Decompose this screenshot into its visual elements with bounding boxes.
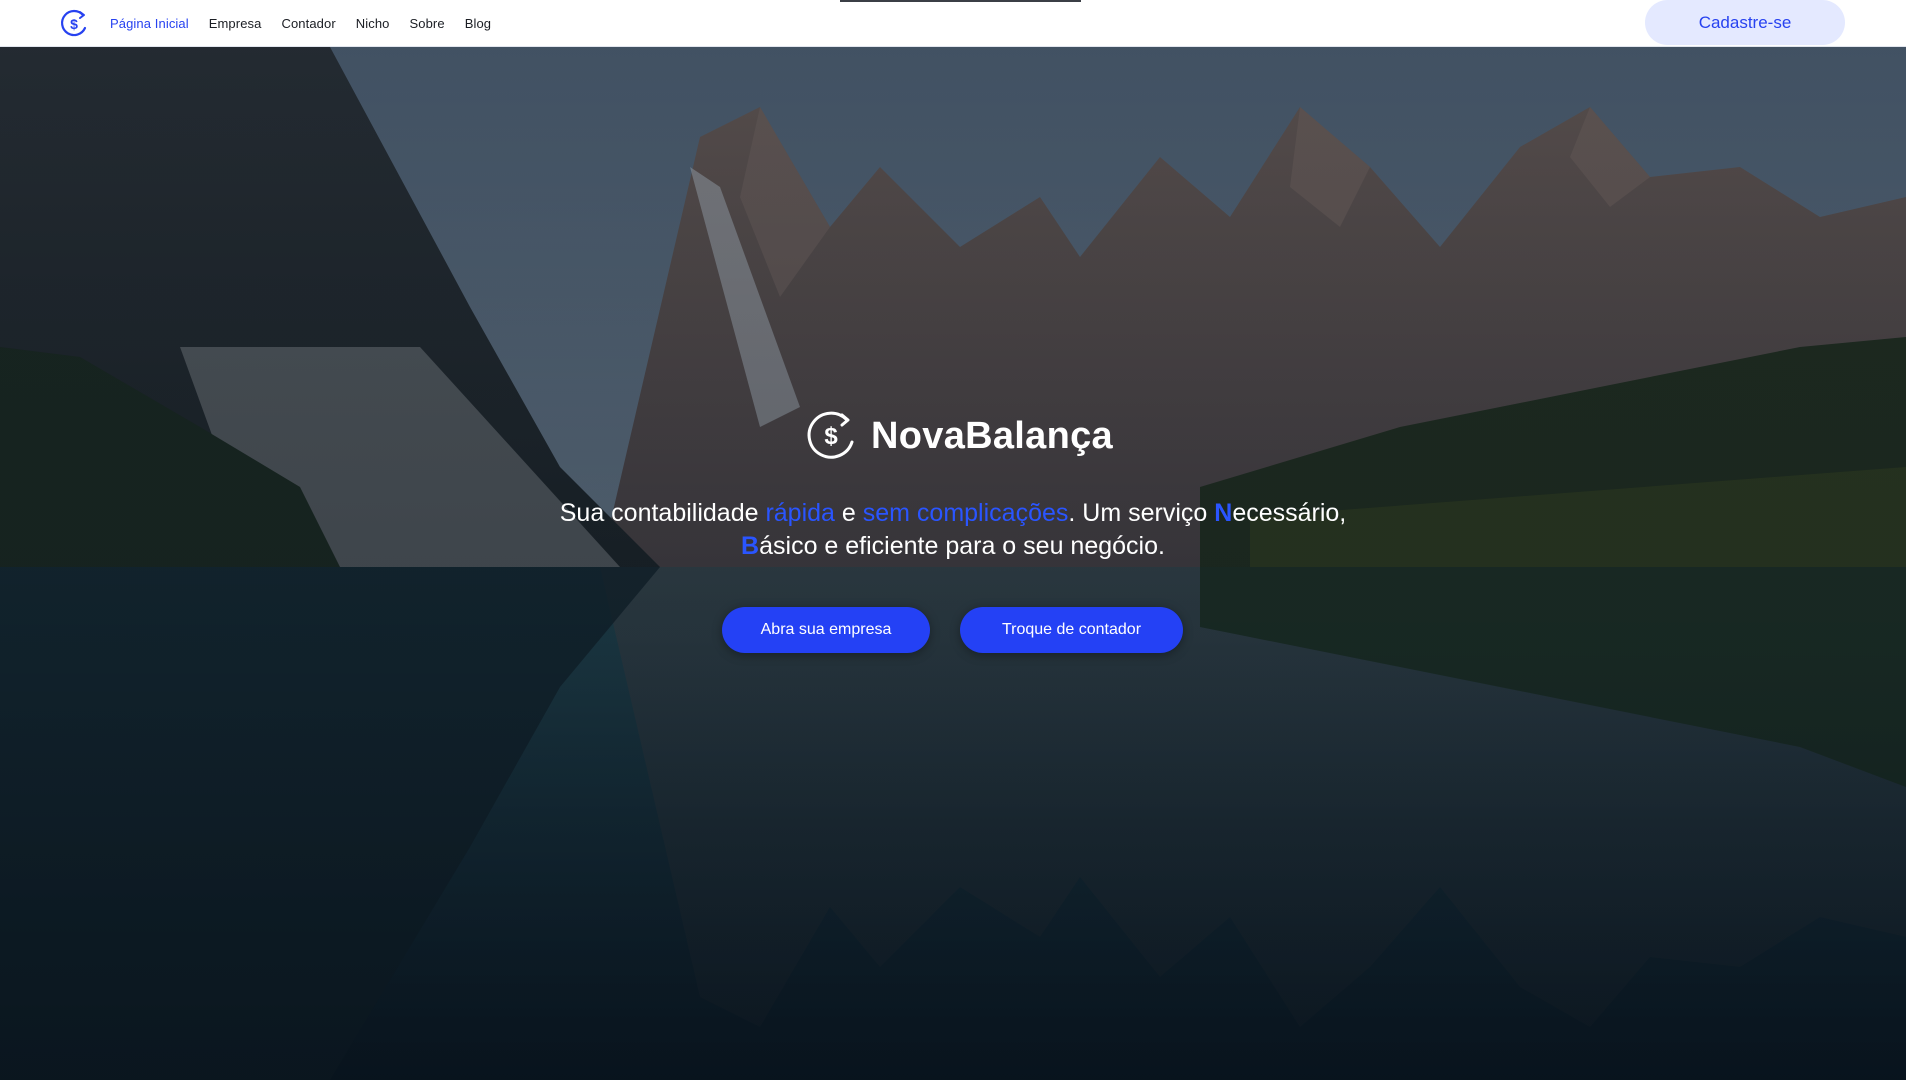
brand-name: NovaBalança bbox=[871, 414, 1113, 457]
tagline-text-1: Sua contabilidade bbox=[559, 499, 766, 527]
nav-links: Página Inicial Empresa Contador Nicho So… bbox=[110, 0, 491, 47]
switch-accountant-button[interactable]: Troque de contador bbox=[960, 607, 1183, 653]
nav-top-indicator bbox=[840, 0, 1081, 2]
tagline-highlight-sem-complicacoes: sem complicações bbox=[862, 499, 1069, 527]
svg-text:$: $ bbox=[824, 423, 838, 450]
tagline-text-4: ecessário, bbox=[1232, 499, 1347, 527]
hero-section: $ NovaBalança Sua contabilidade rápida e… bbox=[0, 47, 1906, 1080]
hero-brand: $ NovaBalança bbox=[803, 408, 1113, 464]
nav-link-nicho[interactable]: Nicho bbox=[356, 16, 390, 31]
top-navbar: $ Página Inicial Empresa Contador Nicho … bbox=[0, 0, 1906, 47]
tagline-highlight-rapida: rápida bbox=[765, 499, 835, 527]
tagline-text-5: ásico e eficiente para o seu negócio. bbox=[759, 532, 1165, 560]
tagline-letter-b: B bbox=[741, 532, 760, 560]
svg-text:$: $ bbox=[70, 16, 78, 32]
hero-tagline: Sua contabilidade rápida e sem complicaç… bbox=[553, 497, 1353, 563]
tagline-text-2: e bbox=[834, 499, 863, 527]
nav-link-sobre[interactable]: Sobre bbox=[410, 16, 445, 31]
nav-link-empresa[interactable]: Empresa bbox=[209, 16, 262, 31]
signup-button[interactable]: Cadastre-se bbox=[1645, 0, 1845, 45]
dollar-cycle-icon: $ bbox=[807, 411, 854, 459]
nav-link-home[interactable]: Página Inicial bbox=[110, 16, 189, 31]
tagline-text-3: . Um serviço bbox=[1068, 499, 1215, 527]
tagline-letter-n: N bbox=[1214, 499, 1233, 527]
open-company-button[interactable]: Abra sua empresa bbox=[722, 607, 930, 653]
hero-dark-overlay bbox=[0, 47, 1906, 1080]
nav-link-blog[interactable]: Blog bbox=[465, 16, 491, 31]
nav-link-contador[interactable]: Contador bbox=[281, 16, 335, 31]
dollar-cycle-icon[interactable]: $ bbox=[58, 8, 90, 40]
